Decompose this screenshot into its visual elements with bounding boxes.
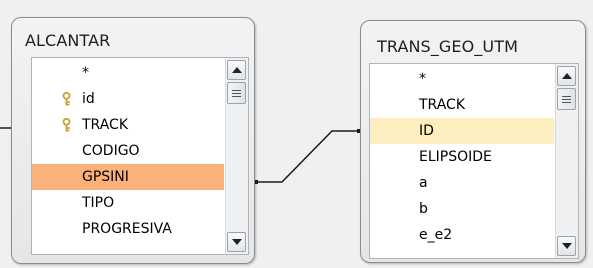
field-row[interactable]: PROGRESIVA	[32, 216, 224, 242]
grip-line	[232, 96, 241, 97]
scroll-up-button[interactable]	[227, 60, 246, 80]
field-row[interactable]: id	[32, 86, 224, 112]
primary-key-icon	[62, 92, 71, 106]
primary-key-icon	[62, 118, 71, 132]
field-row[interactable]: TRACK	[370, 92, 554, 118]
field-row[interactable]: *	[370, 66, 554, 92]
scroll-down-button[interactable]	[227, 232, 246, 252]
grip-line	[562, 96, 571, 97]
field-row[interactable]: TIPO	[32, 190, 224, 216]
grip-line	[232, 90, 241, 91]
field-label: ID	[419, 123, 434, 139]
arrow-down-icon	[232, 239, 242, 245]
arrow-up-icon	[232, 67, 242, 73]
field-rows: * TRACK ID ELIPSOIDE a b e_e2	[370, 66, 554, 248]
relationship-line-gpsini-id[interactable]	[255, 130, 360, 183]
grip-line	[232, 93, 241, 94]
field-label: id	[82, 91, 95, 107]
field-list[interactable]: * id TRACK CODIGO GPSINI TIPO PROGRESIVA	[31, 57, 249, 255]
arrow-down-icon	[562, 243, 572, 249]
field-row[interactable]: a	[370, 170, 554, 196]
field-label: TRACK	[419, 97, 465, 113]
field-row[interactable]: e_e2	[370, 222, 554, 248]
field-list[interactable]: * TRACK ID ELIPSOIDE a b e_e2	[369, 63, 579, 259]
field-label: TRACK	[82, 117, 128, 133]
scroll-up-button[interactable]	[557, 66, 576, 86]
vertical-scrollbar[interactable]	[225, 58, 248, 254]
table-title[interactable]: TRANS_GEO_UTM	[377, 37, 518, 56]
arrow-up-icon	[562, 73, 572, 79]
table-window-trans-geo-utm[interactable]: TRANS_GEO_UTM * TRACK ID ELIPSOIDE a b e…	[360, 20, 586, 263]
field-label: PROGRESIVA	[82, 221, 172, 237]
field-label: *	[82, 65, 89, 81]
field-row-selected[interactable]: GPSINI	[32, 164, 224, 190]
field-label: *	[419, 71, 426, 87]
field-row[interactable]: b	[370, 196, 554, 222]
table-title[interactable]: ALCANTAR	[25, 31, 110, 50]
scroll-thumb[interactable]	[227, 82, 246, 104]
field-row[interactable]: *	[32, 60, 224, 86]
scroll-thumb[interactable]	[557, 88, 576, 110]
field-row[interactable]: CODIGO	[32, 138, 224, 164]
field-label: a	[419, 175, 428, 191]
field-label: TIPO	[82, 195, 115, 211]
table-window-alcantar[interactable]: ALCANTAR * id TRACK CODIGO GPSINI TIPO P…	[11, 17, 255, 264]
field-rows: * id TRACK CODIGO GPSINI TIPO PROGRESIVA	[32, 60, 224, 242]
field-row[interactable]: ELIPSOIDE	[370, 144, 554, 170]
grip-line	[562, 99, 571, 100]
field-label: ELIPSOIDE	[419, 149, 492, 165]
field-label: e_e2	[419, 227, 453, 243]
scroll-down-button[interactable]	[557, 236, 576, 256]
vertical-scrollbar[interactable]	[555, 64, 578, 258]
field-label: GPSINI	[82, 169, 129, 185]
grip-line	[562, 102, 571, 103]
field-label: CODIGO	[82, 143, 140, 159]
field-row[interactable]: TRACK	[32, 112, 224, 138]
field-label: b	[419, 201, 428, 217]
field-row-selected[interactable]: ID	[370, 118, 554, 144]
relationships-canvas: ALCANTAR * id TRACK CODIGO GPSINI TIPO P…	[0, 0, 593, 268]
